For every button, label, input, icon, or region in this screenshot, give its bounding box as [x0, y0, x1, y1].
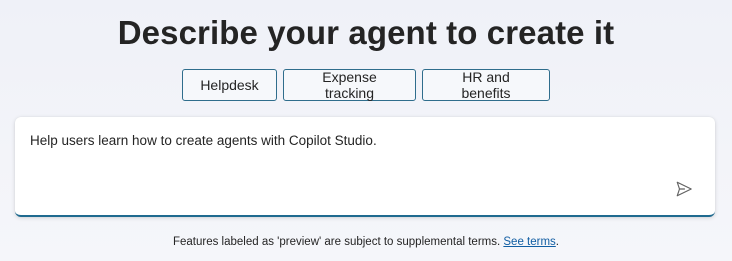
chip-helpdesk[interactable]: Helpdesk: [182, 69, 277, 101]
send-button[interactable]: [673, 178, 695, 200]
chip-expense-tracking[interactable]: Expense tracking: [283, 69, 416, 101]
send-icon: [676, 181, 692, 197]
footer-notice: Features labeled as 'preview' are subjec…: [0, 236, 732, 248]
agent-description-input[interactable]: Help users learn how to create agents wi…: [15, 117, 715, 217]
footer-suffix: .: [555, 236, 559, 248]
footer-text: Features labeled as 'preview' are subjec…: [172, 236, 504, 248]
see-terms-link[interactable]: See terms: [503, 236, 555, 248]
chip-hr-and-benefits[interactable]: HR and benefits: [422, 69, 550, 101]
page-title: Describe your agent to create it: [117, 14, 615, 51]
agent-description-text[interactable]: Help users learn how to create agents wi…: [30, 132, 650, 150]
suggestion-chips: Helpdesk Expense tracking HR and benefit…: [0, 69, 732, 101]
